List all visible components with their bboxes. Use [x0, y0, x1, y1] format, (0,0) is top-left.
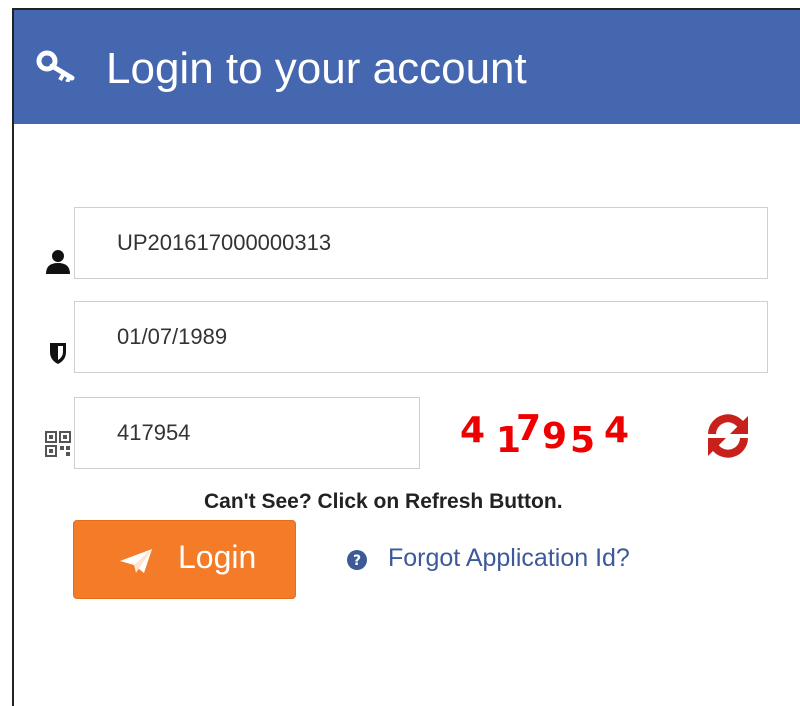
panel-header: Login to your account — [14, 10, 800, 124]
captcha-digit: 4 — [604, 410, 630, 451]
captcha-input[interactable] — [74, 397, 420, 469]
question-circle-icon: ? — [347, 550, 367, 570]
qrcode-icon — [45, 431, 71, 457]
captcha-digit: 5 — [570, 420, 596, 461]
forgot-link-label: Forgot Application Id? — [388, 544, 630, 572]
user-icon — [46, 250, 70, 274]
refresh-icon[interactable] — [704, 412, 752, 460]
date-of-birth-input[interactable] — [74, 301, 768, 373]
captcha-image: 4 1 7 9 5 4 — [458, 402, 638, 462]
shield-icon — [50, 343, 66, 364]
captcha-hint: Can't See? Click on Refresh Button. — [204, 490, 563, 513]
key-icon — [36, 50, 75, 82]
application-id-input[interactable] — [74, 207, 768, 279]
login-button[interactable]: Login — [73, 520, 296, 599]
paper-plane-icon — [120, 549, 152, 573]
svg-text:?: ? — [353, 553, 361, 569]
login-button-label: Login — [178, 539, 257, 575]
captcha-digit: 7 — [516, 408, 542, 449]
captcha-digit: 4 — [460, 410, 486, 451]
page-title: Login to your account — [106, 44, 527, 93]
captcha-digit: 9 — [542, 416, 568, 457]
